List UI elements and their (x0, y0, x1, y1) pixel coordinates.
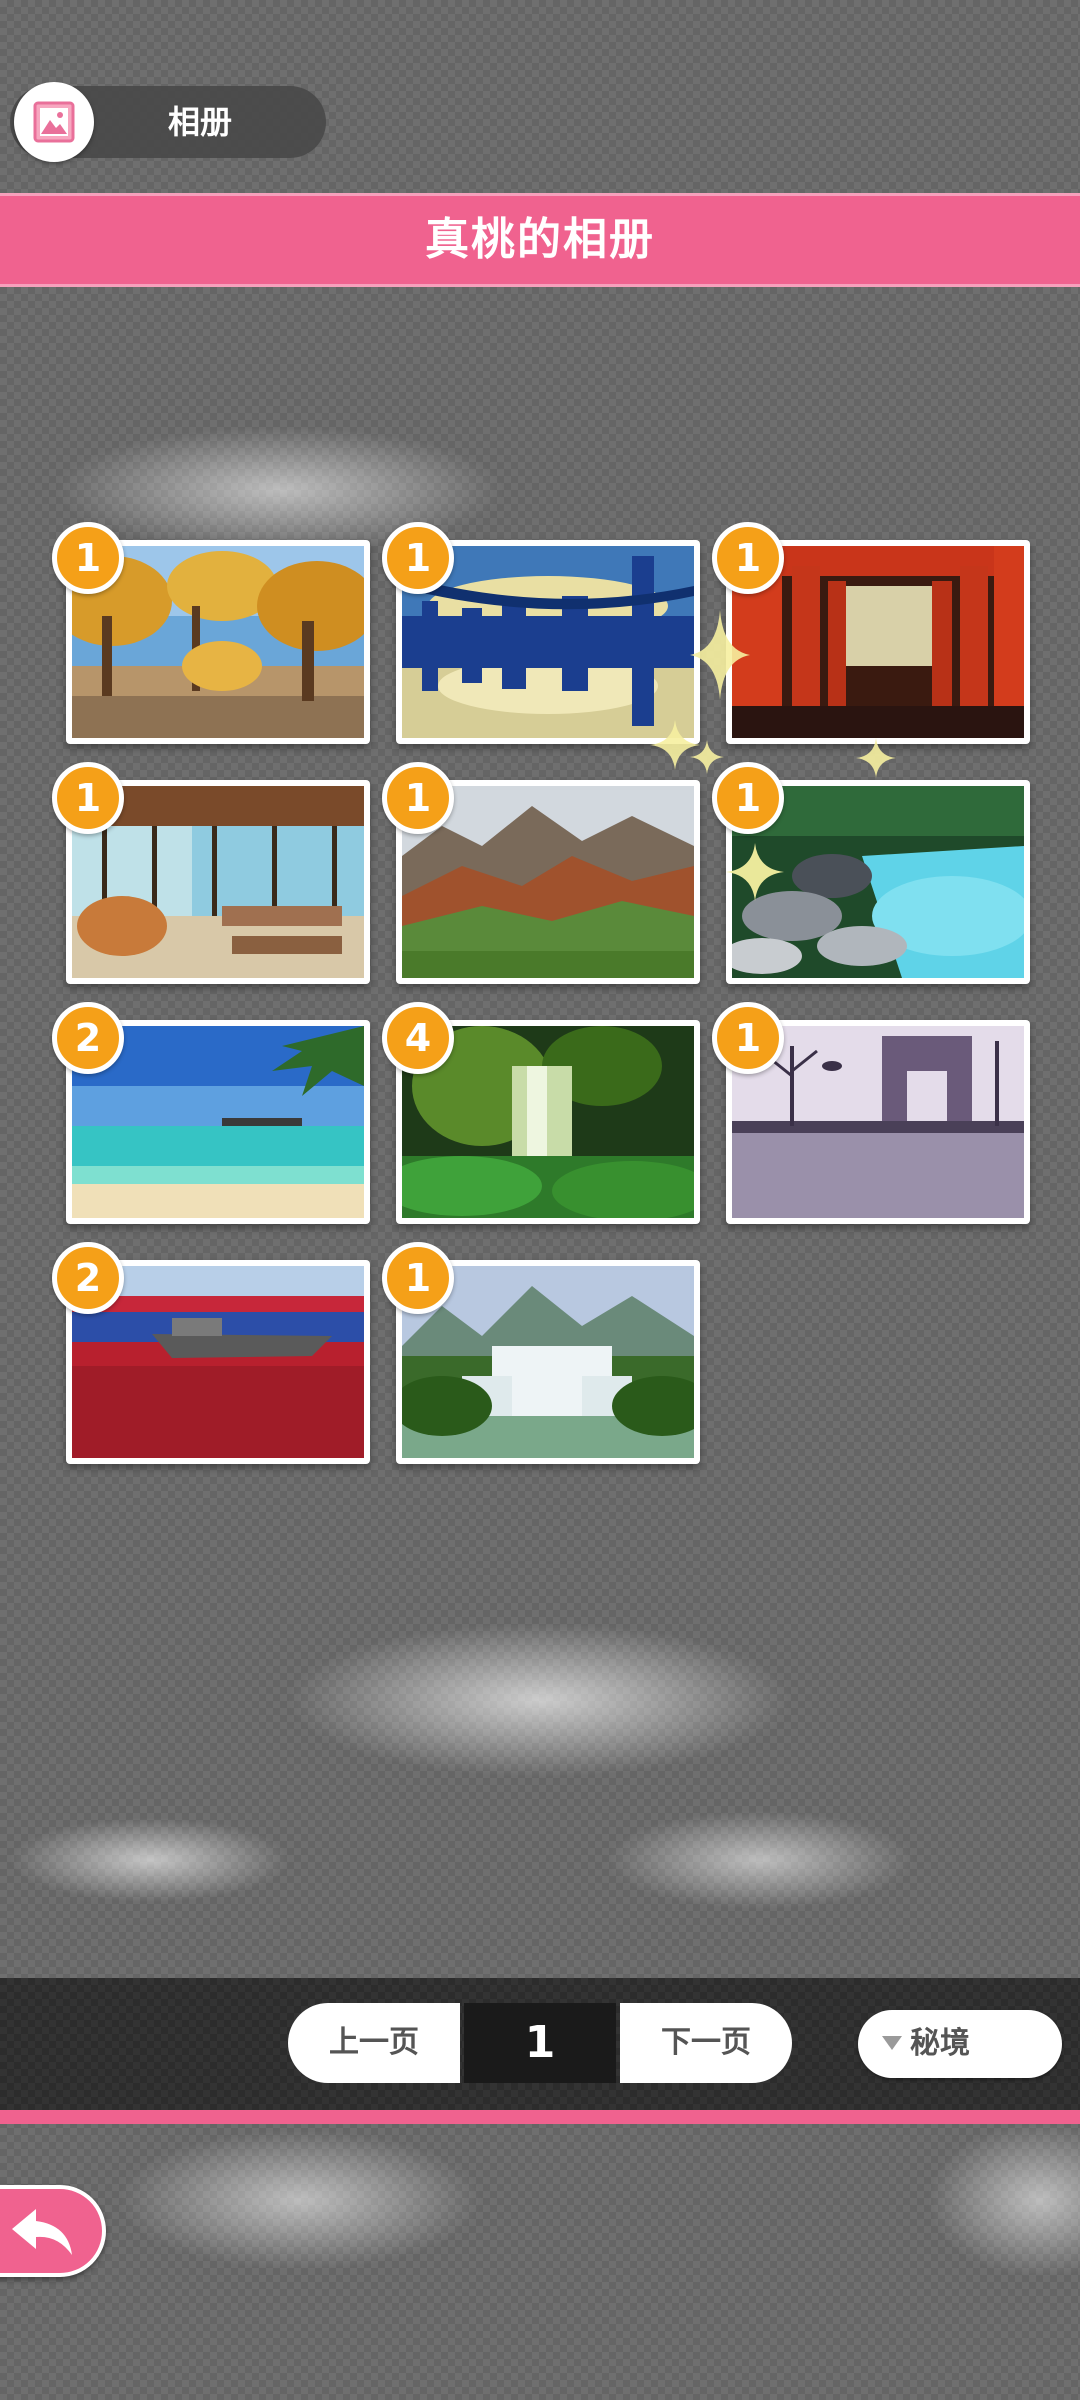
album-grid: 1 1 1 1 1 1 2 4 1 2 1 (0, 0, 1080, 1500)
current-page-number: 1 (464, 2003, 616, 2083)
album-photo-card[interactable]: 2 (52, 1002, 370, 1224)
photo-count-badge: 1 (52, 522, 124, 594)
bottom-accent-line (0, 2110, 1080, 2124)
album-photo-card[interactable]: 1 (712, 1002, 1030, 1224)
album-photo-card[interactable]: 1 (712, 522, 1030, 744)
photo-count-badge: 1 (382, 1242, 454, 1314)
next-page-button[interactable]: 下一页 (620, 2003, 792, 2083)
photo-count-badge: 2 (52, 1242, 124, 1314)
album-photo-card[interactable]: 1 (52, 762, 370, 984)
prev-page-button[interactable]: 上一页 (288, 2003, 460, 2083)
album-photo-card[interactable]: 1 (382, 762, 700, 984)
photo-count-badge: 1 (382, 762, 454, 834)
album-photo-card[interactable]: 1 (382, 522, 700, 744)
photo-count-badge: 1 (52, 762, 124, 834)
album-photo-card[interactable]: 1 (52, 522, 370, 744)
photo-count-badge: 1 (382, 522, 454, 594)
back-arrow-icon (12, 2209, 72, 2255)
sparkle-icon (690, 610, 750, 700)
back-button[interactable] (0, 2185, 106, 2277)
photo-count-badge: 1 (712, 522, 784, 594)
filter-selected-label: 秘境 (910, 2026, 970, 2061)
photo-count-badge: 1 (712, 1002, 784, 1074)
album-photo-card[interactable]: 2 (52, 1242, 370, 1464)
category-filter-dropdown[interactable]: 秘境 (858, 2010, 1062, 2078)
sparkle-icon (856, 738, 896, 778)
pagination: 上一页 1 下一页 (288, 2003, 793, 2083)
album-photo-card[interactable]: 1 (382, 1242, 700, 1464)
photo-count-badge: 2 (52, 1002, 124, 1074)
photo-count-badge: 4 (382, 1002, 454, 1074)
album-photo-card[interactable]: 4 (382, 1002, 700, 1224)
sparkle-icon (690, 740, 724, 774)
dropdown-arrow-icon (882, 2036, 902, 2050)
sparkle-icon (726, 843, 784, 901)
